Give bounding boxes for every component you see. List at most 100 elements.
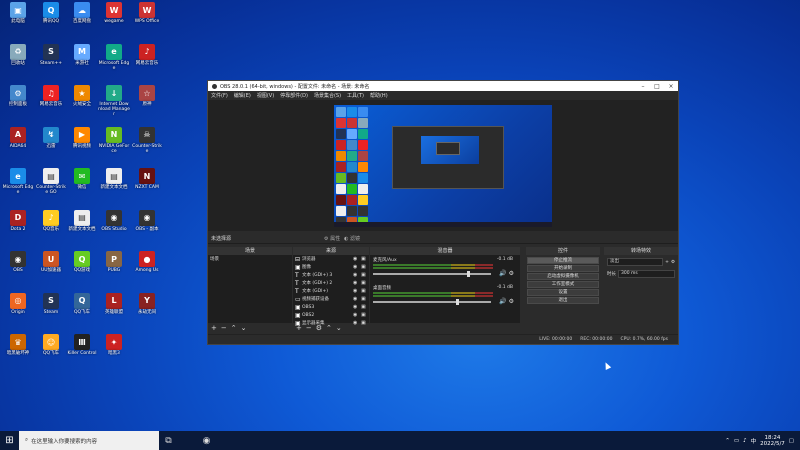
desktop-icon[interactable]: Y 永劫无间 (131, 292, 163, 315)
control-button[interactable]: 设置 (527, 289, 599, 296)
lock-icon[interactable]: ▣ (361, 272, 369, 278)
gear-icon[interactable]: ⚙ (316, 324, 322, 332)
remove-icon[interactable]: − (306, 324, 312, 332)
up-icon[interactable]: ⌃ (326, 324, 332, 332)
transition-select[interactable]: 淡出 (607, 258, 664, 266)
maximize-icon[interactable]: □ (650, 83, 664, 90)
source-item[interactable]: ▣ OBS3 ◉ ▣ (293, 303, 369, 311)
eye-icon[interactable]: ◉ (353, 288, 361, 294)
source-item[interactable]: ▭ 视频捕获设备 ◉ ▣ (293, 295, 369, 303)
desktop-icon[interactable]: ♫ 网易云音乐 (35, 85, 67, 107)
source-item[interactable]: T 文本 (GDI+) 2 ◉ ▣ (293, 279, 369, 287)
desktop-icon[interactable]: Q QQ游戏 (66, 251, 98, 273)
desktop-icon[interactable]: ◉ OBS - 副本 (131, 209, 163, 232)
filters-button[interactable]: ◐ 滤镜 (344, 235, 360, 242)
desktop-icon[interactable]: ☆ 原神 (131, 85, 163, 107)
eye-icon[interactable]: ◉ (353, 312, 361, 318)
search-box[interactable]: ⌕ 在这里输入你要搜索的内容 (19, 431, 159, 450)
properties-button[interactable]: ⚙ 属性 (324, 235, 340, 242)
menu-item[interactable]: 视图(V) (257, 92, 274, 99)
eye-icon[interactable]: ◉ (353, 256, 361, 262)
menu-item[interactable]: 帮助(H) (370, 92, 388, 99)
control-button[interactable]: 启动虚拟摄像机 (527, 273, 599, 280)
speaker-icon[interactable]: 🔊 (499, 298, 506, 305)
desktop-icon[interactable]: ♪ QQ音乐 (35, 209, 67, 232)
desktop-icon[interactable]: ✉ 微信 (66, 168, 98, 190)
obs-window[interactable]: OBS 28.0.1 (64-bit, windows) - 配置文件: 未命名… (207, 80, 679, 345)
volume-slider[interactable] (373, 299, 491, 305)
preview-area[interactable] (208, 100, 678, 231)
minimize-icon[interactable]: – (636, 83, 650, 90)
menu-item[interactable]: 停靠部件(D) (280, 92, 308, 99)
menu-item[interactable]: 编辑(E) (234, 92, 251, 99)
desktop-icon[interactable]: Ⅲ Killer Control (66, 334, 98, 356)
desktop-icon[interactable]: ◉ OBS Studio (98, 209, 130, 232)
desktop-icon[interactable]: N NVIDIA GeForce (98, 126, 130, 154)
menu-item[interactable]: 场景集合(S) (314, 92, 341, 99)
remove-icon[interactable]: − (221, 324, 227, 332)
desktop-icon[interactable]: L 英雄联盟 (98, 292, 130, 315)
desktop-icon[interactable]: ● Among Us (131, 251, 163, 273)
tray-chevron-icon[interactable]: ⌃ (725, 438, 730, 444)
eye-icon[interactable]: ◉ (353, 264, 361, 270)
lock-icon[interactable]: ▣ (361, 288, 369, 294)
desktop-icon[interactable]: U UU加速器 (35, 251, 67, 273)
desktop-icon[interactable]: S Steam++ (35, 43, 67, 66)
desktop-icon[interactable]: e Microsoft Edge (2, 168, 34, 195)
volume-knob[interactable] (467, 271, 471, 277)
add-icon[interactable]: + (665, 260, 669, 265)
desktop-icon[interactable]: ◉ OBS (2, 251, 34, 273)
desktop-icon[interactable]: ☁ 百度网盘 (66, 2, 98, 24)
add-icon[interactable]: + (296, 324, 302, 332)
menu-item[interactable]: 文件(F) (211, 92, 228, 99)
desktop-icon[interactable]: M 米游社 (66, 43, 98, 66)
desktop-icon[interactable]: S Steam (35, 292, 67, 315)
desktop-icon[interactable]: Q 腾讯QQ (35, 2, 67, 24)
desktop-icon[interactable]: A AIDA64 (2, 126, 34, 149)
desktop-icon[interactable]: ♛ 暗黑破坏神 (2, 334, 34, 356)
gear-icon[interactable]: ⚙ (509, 298, 514, 305)
edge-taskbar-icon[interactable] (178, 431, 197, 450)
desktop-icon[interactable]: P PUBG (98, 251, 130, 273)
clock[interactable]: 18:24 2022/5/7 (760, 435, 785, 447)
desktop-icon[interactable]: ▶ 腾讯视频 (66, 126, 98, 149)
volume-knob[interactable] (455, 299, 459, 305)
desktop-icon[interactable]: e Microsoft Edge (98, 43, 130, 71)
gear-icon[interactable]: ⚙ (671, 260, 675, 265)
eye-icon[interactable]: ◉ (353, 272, 361, 278)
desktop-icon[interactable]: Q QQ飞车 (66, 292, 98, 315)
up-icon[interactable]: ⌃ (231, 324, 237, 332)
speaker-icon[interactable]: 🔊 (499, 270, 506, 277)
lock-icon[interactable]: ▣ (361, 264, 369, 270)
scene-item[interactable]: 场景 (208, 255, 292, 263)
eye-icon[interactable]: ◉ (353, 280, 361, 286)
desktop-icon[interactable]: ☺ QQ飞车 (35, 334, 67, 356)
desktop-icon[interactable]: ⚙ 控制面板 (2, 85, 34, 107)
windows-start-icon[interactable]: ⊞ (0, 431, 19, 450)
network-icon[interactable]: ▭ (734, 438, 739, 444)
control-button[interactable]: 开始录制 (527, 265, 599, 272)
eye-icon[interactable]: ◉ (353, 304, 361, 310)
lock-icon[interactable]: ▣ (361, 312, 369, 318)
lock-icon[interactable]: ▣ (361, 280, 369, 286)
control-button[interactable]: 退出 (527, 297, 599, 304)
down-icon[interactable]: ⌄ (336, 324, 342, 332)
desktop-icon[interactable]: ▤ 新建文本文档 (66, 209, 98, 232)
desktop-icon[interactable]: ★ 火绒安全 (66, 85, 98, 107)
desktop-icon[interactable]: ↓ Internet Download Manager (98, 85, 130, 117)
control-button[interactable]: 停止推流 (527, 257, 599, 264)
volume-icon[interactable]: ♪ (743, 438, 747, 444)
down-icon[interactable]: ⌄ (241, 324, 247, 332)
source-item[interactable]: T 文本 (GDI+) ◉ ▣ (293, 287, 369, 295)
source-item[interactable]: T 文本 (GDI+) 3 ◉ ▣ (293, 271, 369, 279)
desktop-icon[interactable]: ♪ 网易云音乐 (131, 43, 163, 66)
duration-input[interactable]: 300 ms (618, 270, 675, 278)
desktop-icon[interactable]: Wwegame (98, 2, 130, 24)
source-item[interactable]: ⊟ 浏览器 ◉ ▣ (293, 255, 369, 263)
preview-canvas[interactable] (334, 105, 552, 227)
desktop-icon[interactable]: D Dota 2 (2, 209, 34, 232)
eye-icon[interactable]: ◉ (353, 296, 361, 302)
menu-item[interactable]: 工具(T) (347, 92, 364, 99)
desktop-icon[interactable]: ↯ 迅雷 (35, 126, 67, 149)
desktop-icon[interactable]: ☠ Counter-Strike (131, 126, 163, 154)
